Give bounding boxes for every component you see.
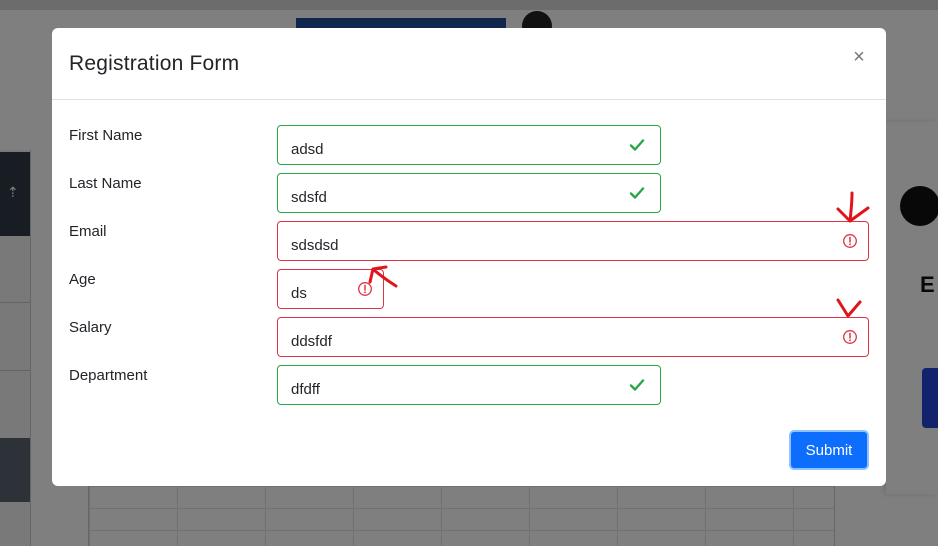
exclamation-circle-icon <box>843 330 857 344</box>
first-name-input[interactable] <box>278 126 660 164</box>
form-row-department: Department <box>52 365 886 405</box>
last-name-input[interactable] <box>278 174 660 212</box>
form-row-salary: Salary <box>52 317 886 357</box>
age-field <box>277 269 384 309</box>
form-row-email: Email <box>52 221 886 261</box>
salary-field <box>277 317 869 357</box>
first-name-label: First Name <box>69 127 143 144</box>
salary-label: Salary <box>69 319 112 336</box>
form-row-age: Age <box>52 269 886 309</box>
form-row-first-name: First Name <box>52 125 886 165</box>
department-label: Department <box>69 367 148 384</box>
exclamation-circle-icon <box>358 282 372 296</box>
last-name-label: Last Name <box>69 175 142 192</box>
exclamation-circle-icon <box>843 234 857 248</box>
department-input[interactable] <box>278 366 660 404</box>
close-button[interactable]: × <box>850 47 868 67</box>
email-input[interactable] <box>278 222 868 260</box>
first-name-field <box>277 125 661 165</box>
checkmark-icon <box>629 139 645 151</box>
submit-button[interactable]: Submit <box>789 430 869 470</box>
modal-title: Registration Form <box>69 52 240 75</box>
department-field <box>277 365 661 405</box>
checkmark-icon <box>629 187 645 199</box>
salary-input[interactable] <box>278 318 868 356</box>
email-field <box>277 221 869 261</box>
email-label: Email <box>69 223 107 240</box>
modal-header: Registration Form × <box>52 28 886 100</box>
age-label: Age <box>69 271 96 288</box>
checkmark-icon <box>629 379 645 391</box>
form-row-last-name: Last Name <box>52 173 886 213</box>
last-name-field <box>277 173 661 213</box>
registration-modal: Registration Form × First Name Last Name… <box>52 28 886 486</box>
